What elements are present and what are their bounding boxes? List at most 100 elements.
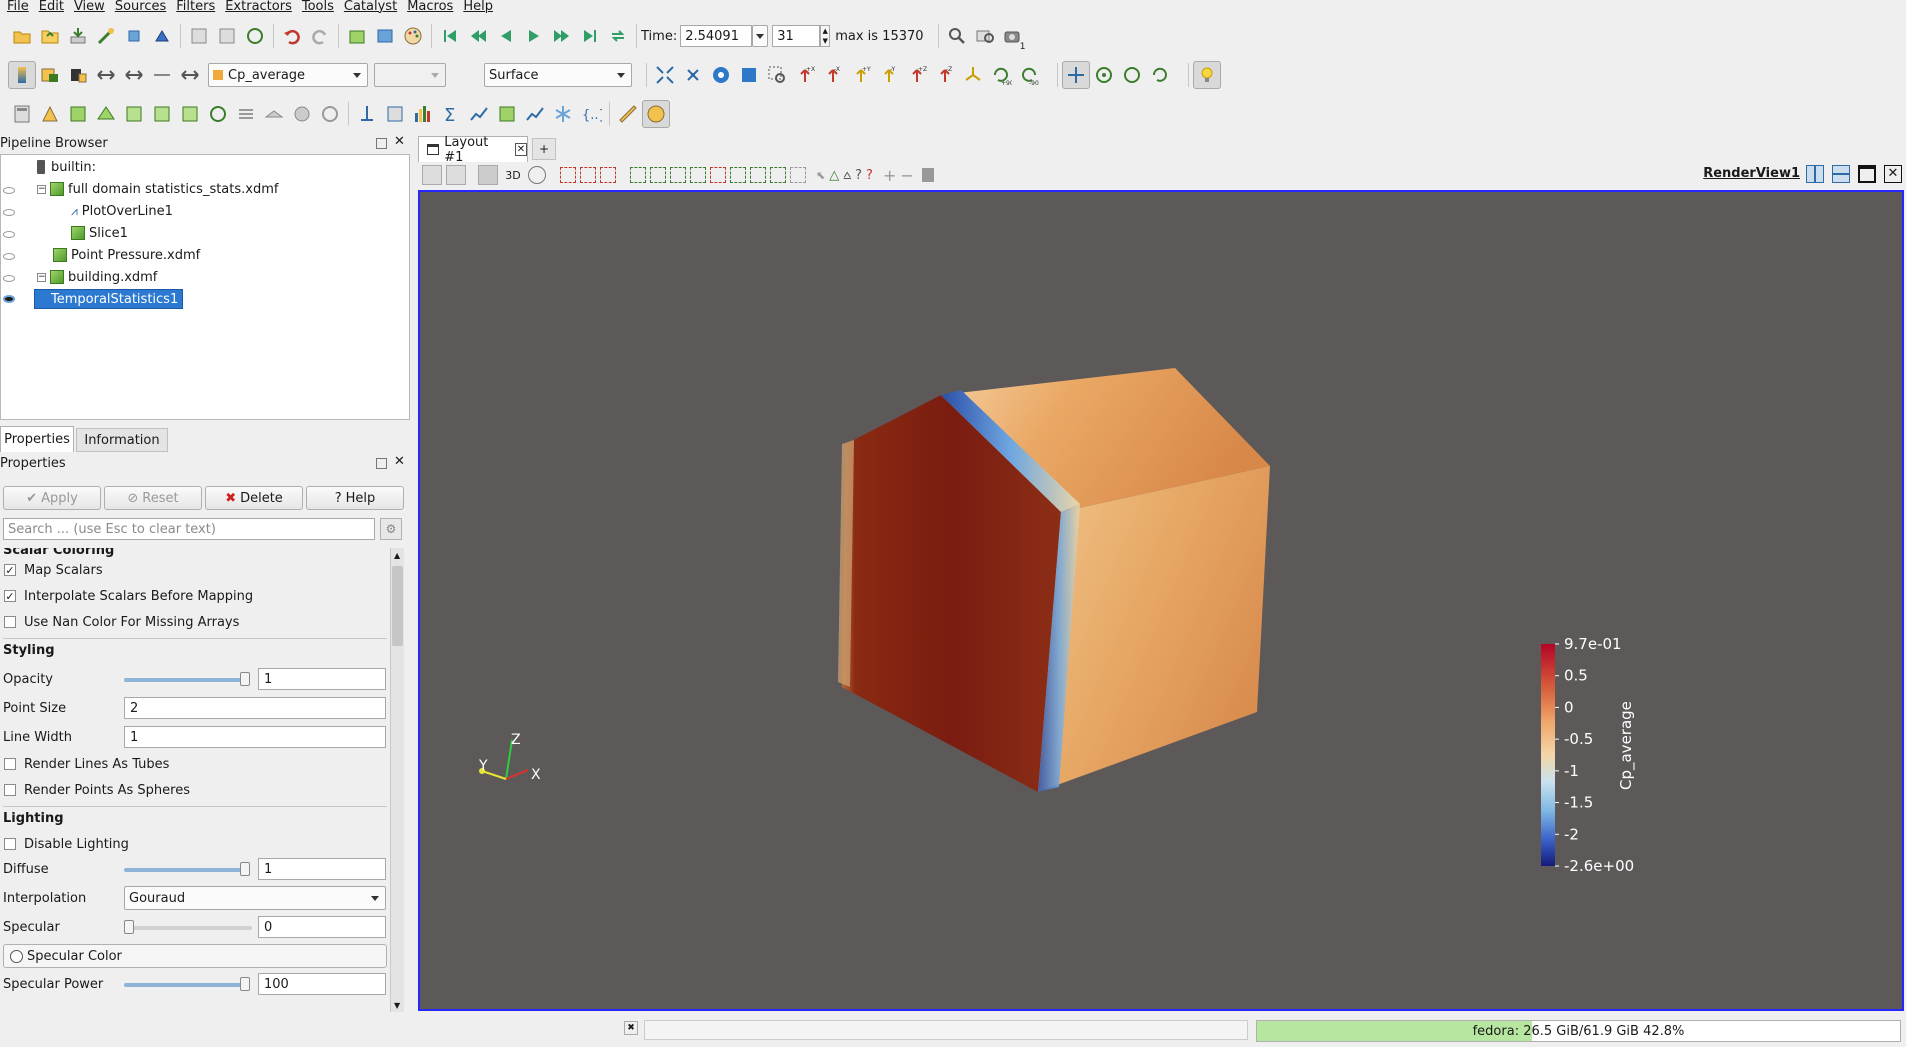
render-view-name[interactable]: RenderView1 <box>1703 166 1800 181</box>
view-minus-z-icon[interactable]: -Z <box>931 61 959 89</box>
protractor-icon[interactable] <box>642 100 670 128</box>
scroll-up-icon[interactable]: ▲ <box>394 551 400 560</box>
line-width-input[interactable]: 1 <box>124 726 386 748</box>
properties-scrollbar[interactable]: ▲ ▼ <box>390 548 404 1012</box>
time-step-spinner[interactable]: ▲ ▼ <box>820 25 831 47</box>
tubes-checkbox[interactable] <box>4 758 16 770</box>
reset-session-icon[interactable] <box>241 22 269 50</box>
render-canvas[interactable]: Z X Y 9.7e-01 0.5 0 -0.5 -1 -1.5 -2 -2.6e+00 Cp… <box>420 192 1902 1009</box>
redo-icon[interactable] <box>306 22 334 50</box>
maximize-view-icon[interactable] <box>1858 165 1876 183</box>
point-size-input[interactable]: 2 <box>124 697 386 719</box>
interactive-zoom-icon[interactable] <box>735 61 763 89</box>
extract-selection-icon[interactable] <box>790 167 806 183</box>
rescale-temporal-icon[interactable] <box>148 61 176 89</box>
specular-power-slider[interactable] <box>124 983 248 987</box>
menu-edit[interactable]: Edit <box>36 0 71 14</box>
reset-center-icon[interactable] <box>1090 61 1118 89</box>
select-points-through-icon[interactable] <box>650 167 666 183</box>
clip-icon[interactable] <box>64 100 92 128</box>
visibility-eye-icon[interactable] <box>3 209 15 216</box>
contour-icon[interactable] <box>36 100 64 128</box>
probe-icon[interactable] <box>353 100 381 128</box>
grow-selection-icon[interactable] <box>750 167 766 183</box>
scroll-down-icon[interactable]: ▼ <box>394 1001 400 1010</box>
capture-icon[interactable] <box>422 165 442 185</box>
grow-icon[interactable]: ⩟ <box>843 168 851 183</box>
reset-range-icon[interactable] <box>64 61 92 89</box>
close-tab-icon[interactable]: ✕ <box>514 143 527 156</box>
specular-power-input[interactable]: 100 <box>258 973 386 995</box>
clear-progress-icon[interactable]: ✖ <box>624 1021 638 1035</box>
split-vertical-icon[interactable] <box>1832 165 1850 183</box>
undo-camera-icon[interactable] <box>185 22 213 50</box>
visibility-eye-icon[interactable] <box>3 253 15 260</box>
view-plus-y-icon[interactable]: +Y <box>847 61 875 89</box>
rescale-visible-icon[interactable] <box>120 61 148 89</box>
interpolate-scalars-checkbox[interactable]: ✓ <box>4 590 16 602</box>
pick-center-icon[interactable] <box>1118 61 1146 89</box>
opacity-input[interactable]: 1 <box>258 668 386 690</box>
spheres-checkbox[interactable] <box>4 784 16 796</box>
hover-cells-icon[interactable] <box>730 167 746 183</box>
visibility-eye-icon[interactable] <box>3 295 15 303</box>
show-center-icon[interactable] <box>1062 61 1090 89</box>
save-state-icon[interactable] <box>343 22 371 50</box>
delete-button[interactable]: ✖ Delete <box>205 486 303 510</box>
collapse-icon[interactable]: − <box>37 272 46 282</box>
apply-button[interactable]: ✔ Apply <box>3 486 101 510</box>
select-cells-on-icon[interactable] <box>560 167 576 183</box>
plot-data-icon[interactable] <box>465 100 493 128</box>
interpolation-select[interactable]: Gouraud <box>124 886 386 910</box>
open-icon[interactable] <box>8 22 36 50</box>
last-frame-icon[interactable] <box>576 22 604 50</box>
menu-extractors[interactable]: Extractors <box>222 0 299 14</box>
add-layout-button[interactable]: + <box>532 138 556 160</box>
float-panel-icon[interactable] <box>376 138 387 149</box>
menu-macros[interactable]: Macros <box>404 0 460 14</box>
disconnect-icon[interactable] <box>120 22 148 50</box>
menu-tools[interactable]: Tools <box>299 0 341 14</box>
advanced-gear-icon[interactable]: ⚙ <box>380 518 402 540</box>
extract-block-icon[interactable] <box>316 100 344 128</box>
disable-lighting-checkbox[interactable] <box>4 838 16 850</box>
specular-slider[interactable] <box>124 926 252 930</box>
select-polygon-icon[interactable] <box>630 167 646 183</box>
menu-view[interactable]: View <box>71 0 112 14</box>
save-screenshot-icon[interactable] <box>371 22 399 50</box>
close-panel-icon[interactable]: ✕ <box>394 134 405 149</box>
visibility-eye-icon[interactable] <box>3 231 15 238</box>
diffuse-input[interactable]: 1 <box>258 858 386 880</box>
save-data-icon[interactable] <box>64 22 92 50</box>
time-value-input[interactable]: 2.54091 <box>680 25 753 47</box>
clear-selection-icon[interactable] <box>921 168 934 182</box>
loop-icon[interactable] <box>604 22 632 50</box>
memory-usage-bar[interactable]: fedora: 26.5 GiB/61.9 GiB 42.8% <box>1256 1020 1901 1042</box>
extract-level-icon[interactable] <box>288 100 316 128</box>
tab-layout-1[interactable]: Layout #1 ✕ <box>418 135 528 165</box>
tree-item-point-pressure[interactable]: Point Pressure.xdmf <box>53 245 200 265</box>
split-horizontal-icon[interactable] <box>1806 165 1824 183</box>
color-legend-bar[interactable] <box>1541 644 1555 866</box>
view-plus-x-icon[interactable]: +X <box>791 61 819 89</box>
stream-tracer-icon[interactable] <box>204 100 232 128</box>
integrate-icon[interactable]: Σ <box>437 100 465 128</box>
zoom-closest-icon[interactable] <box>707 61 735 89</box>
interactive-select-icon[interactable] <box>690 167 706 183</box>
reset-button[interactable]: ⊘ Reset <box>104 486 202 510</box>
screenshot-icon[interactable] <box>478 165 498 185</box>
map-scalars-checkbox[interactable]: ✓ <box>4 564 16 576</box>
time-step-input[interactable]: 31 <box>772 25 821 47</box>
menu-help[interactable]: Help <box>460 0 500 14</box>
representation-select[interactable]: Surface <box>484 63 632 87</box>
rescale-all-icon[interactable] <box>176 61 204 89</box>
float-panel-icon[interactable] <box>376 458 387 469</box>
threshold-icon[interactable] <box>120 100 148 128</box>
close-view-icon[interactable]: ✕ <box>1884 165 1902 183</box>
calculator-icon[interactable] <box>8 100 36 128</box>
interactive-select-triangle-icon[interactable]: △ <box>829 168 839 183</box>
slice-icon[interactable] <box>92 100 120 128</box>
python-shell-icon[interactable] <box>148 22 176 50</box>
plot-global-icon[interactable] <box>521 100 549 128</box>
color-by-array-select[interactable]: Cp_average <box>208 63 368 87</box>
